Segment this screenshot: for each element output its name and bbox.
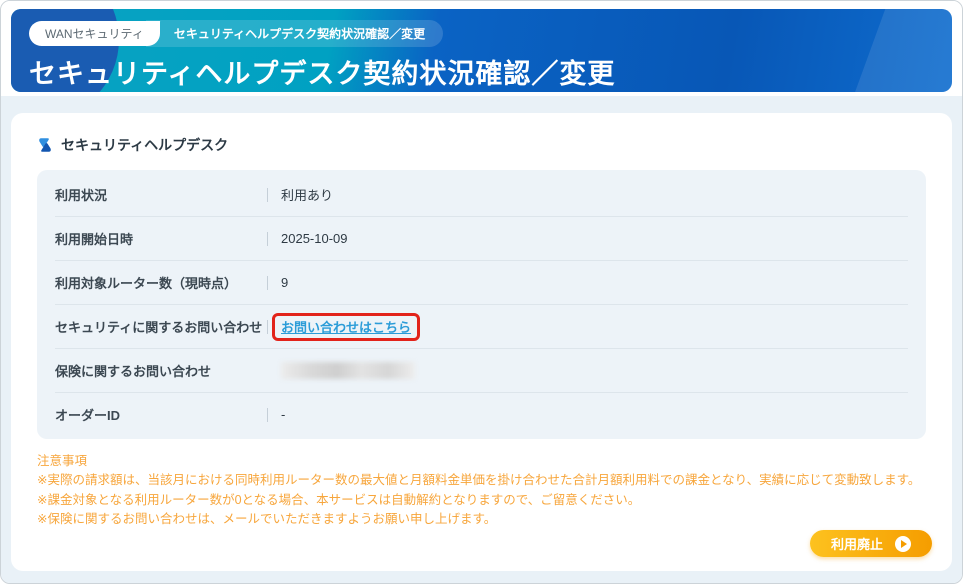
banner-inner: WANセキュリティ セキュリティヘルプデスク契約状況確認／変更 セキュリティヘル…	[11, 9, 952, 91]
row-label: セキュリティに関するお問い合わせ	[55, 317, 267, 336]
breadcrumb-category-badge[interactable]: WANセキュリティ	[29, 21, 160, 46]
note-line: ※保険に関するお問い合わせは、メールでいただきますようお願い申し上げます。	[37, 510, 926, 529]
breadcrumb-current-page: セキュリティヘルプデスク契約状況確認／変更	[146, 20, 443, 47]
row-label: 利用開始日時	[55, 229, 267, 248]
contract-detail-panel: 利用状況 利用あり 利用開始日時 2025-10-09 利用対象ルーター数（現時…	[37, 170, 926, 439]
banner-wrap: WANセキュリティ セキュリティヘルプデスク契約状況確認／変更 セキュリティヘル…	[1, 1, 962, 92]
row-value: 9	[281, 275, 288, 290]
table-row-router-count: 利用対象ルーター数（現時点） 9	[55, 261, 908, 305]
section-title: セキュリティヘルプデスク	[61, 135, 228, 155]
redacted-value-blur	[281, 362, 415, 379]
column-divider	[267, 408, 268, 422]
breadcrumb: WANセキュリティ セキュリティヘルプデスク契約状況確認／変更	[29, 20, 952, 47]
content-area: セキュリティヘルプデスク 利用状況 利用あり 利用開始日時 2025-10-09…	[1, 96, 962, 583]
arrow-circle-icon	[895, 536, 911, 552]
cancel-service-button-label: 利用廃止	[831, 534, 883, 553]
row-label: 利用状況	[55, 185, 267, 204]
row-value: -	[281, 407, 285, 422]
row-label: オーダーID	[55, 405, 267, 424]
table-row-insurance-contact: 保険に関するお問い合わせ	[55, 349, 908, 393]
contact-link[interactable]: お問い合わせはこちら	[281, 320, 411, 335]
page-title: セキュリティヘルプデスク契約状況確認／変更	[29, 52, 952, 91]
notes-section: 注意事項 ※実際の請求額は、当該月における同時利用ルーター数の最大値と月額料金単…	[37, 452, 926, 530]
notes-title: 注意事項	[37, 452, 926, 471]
play-arrow-icon	[901, 540, 907, 548]
section-header: セキュリティヘルプデスク	[37, 135, 926, 155]
note-line: ※実際の請求額は、当該月における同時利用ルーター数の最大値と月額料金単価を掛け合…	[37, 471, 926, 490]
row-value: 利用あり	[281, 185, 333, 204]
page-header-banner: WANセキュリティ セキュリティヘルプデスク契約状況確認／変更 セキュリティヘル…	[11, 9, 952, 92]
red-highlight-annotation: お問い合わせはこちら	[272, 313, 420, 341]
row-label: 保険に関するお問い合わせ	[55, 361, 267, 380]
row-value: 2025-10-09	[281, 231, 348, 246]
cancel-service-button[interactable]: 利用廃止	[810, 530, 932, 557]
table-row-security-contact: セキュリティに関するお問い合わせ お問い合わせはこちら	[55, 305, 908, 349]
column-divider	[267, 320, 268, 334]
table-row-usage-status: 利用状況 利用あり	[55, 173, 908, 217]
column-divider	[267, 188, 268, 202]
page: WANセキュリティ セキュリティヘルプデスク契約状況確認／変更 セキュリティヘル…	[0, 0, 963, 584]
column-divider	[267, 276, 268, 290]
column-divider	[267, 232, 268, 246]
note-line: ※課金対象となる利用ルーター数が0となる場合、本サービスは自動解約となりますので…	[37, 491, 926, 510]
service-logo-icon	[37, 137, 53, 153]
table-row-order-id: オーダーID -	[55, 393, 908, 436]
contract-status-card: セキュリティヘルプデスク 利用状況 利用あり 利用開始日時 2025-10-09…	[11, 113, 952, 571]
table-row-start-date: 利用開始日時 2025-10-09	[55, 217, 908, 261]
row-label: 利用対象ルーター数（現時点）	[55, 273, 267, 292]
